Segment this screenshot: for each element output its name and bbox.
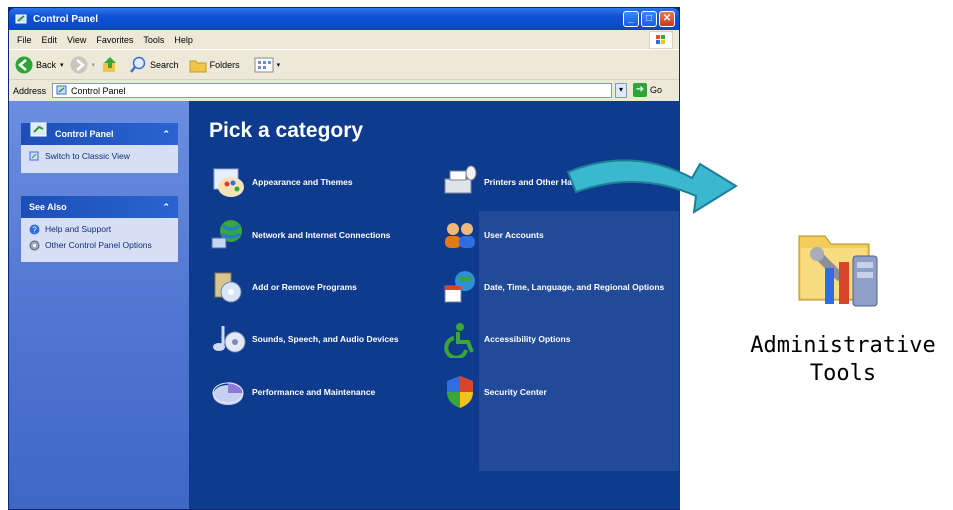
appearance-themes-icon bbox=[213, 168, 244, 197]
windows-logo-icon bbox=[649, 31, 673, 49]
svg-text:?: ? bbox=[32, 226, 37, 235]
date-time-globe-icon bbox=[444, 271, 475, 303]
control-panel-large-icon bbox=[30, 122, 47, 137]
category-performance-maintenance[interactable]: Performance and Maintenance bbox=[209, 373, 375, 411]
menu-edit[interactable]: Edit bbox=[42, 35, 58, 45]
views-icon bbox=[254, 57, 274, 73]
sounds-music-icon bbox=[213, 326, 246, 353]
search-label: Search bbox=[150, 60, 179, 70]
folders-button[interactable]: Folders bbox=[189, 57, 240, 73]
category-accessibility[interactable]: Accessibility Options bbox=[441, 320, 570, 358]
see-also-body: ? Help and Support Other Control Panel O… bbox=[21, 218, 178, 262]
address-label: Address bbox=[13, 86, 47, 96]
category-security-center[interactable]: Security Center bbox=[441, 373, 547, 411]
back-label: Back bbox=[36, 60, 57, 70]
menu-file[interactable]: File bbox=[17, 35, 32, 45]
menu-tools[interactable]: Tools bbox=[143, 35, 164, 45]
search-icon bbox=[130, 56, 146, 73]
control-panel-task-box: Control Panel ⌃ Switch to Classic View bbox=[21, 122, 178, 173]
control-panel-task-body: Switch to Classic View bbox=[21, 145, 178, 173]
category-add-remove-programs[interactable]: Add or Remove Programs bbox=[209, 268, 357, 306]
toolbar: Back ▾ ▾ Search Folders ▾ bbox=[9, 49, 679, 80]
window-title: Control Panel bbox=[33, 13, 99, 25]
go-label: Go bbox=[650, 85, 663, 95]
category-security-center-label: Security Center bbox=[484, 387, 547, 397]
collapse-icon[interactable]: ⌃ bbox=[162, 129, 170, 140]
category-sounds-speech-audio[interactable]: Sounds, Speech, and Audio Devices bbox=[209, 320, 399, 358]
back-button[interactable]: Back ▾ bbox=[15, 56, 64, 74]
switch-classic-view-label: Switch to Classic View bbox=[45, 151, 130, 161]
security-shield-icon bbox=[447, 376, 473, 408]
category-accessibility-label: Accessibility Options bbox=[484, 334, 571, 344]
forward-button[interactable]: ▾ bbox=[70, 56, 96, 74]
other-options-link[interactable]: Other Control Panel Options bbox=[29, 240, 170, 251]
collapse-icon[interactable]: ⌃ bbox=[162, 202, 170, 213]
help-and-support-label: Help and Support bbox=[45, 224, 112, 234]
category-network-internet-label: Network and Internet Connections bbox=[252, 230, 391, 240]
gear-icon bbox=[29, 240, 40, 251]
minimize-button[interactable]: _ bbox=[623, 11, 639, 27]
classic-view-icon bbox=[29, 151, 39, 161]
add-remove-programs-icon bbox=[214, 272, 242, 303]
category-user-accounts[interactable]: User Accounts bbox=[441, 216, 544, 254]
see-also-header[interactable]: See Also ⌃ bbox=[21, 196, 178, 218]
menu-favorites[interactable]: Favorites bbox=[96, 35, 133, 45]
other-options-label: Other Control Panel Options bbox=[45, 240, 152, 250]
category-appearance-themes[interactable]: Appearance and Themes bbox=[209, 163, 353, 201]
category-performance-maintenance-label: Performance and Maintenance bbox=[252, 387, 376, 397]
up-folder-button[interactable] bbox=[101, 56, 119, 74]
category-date-time-language[interactable]: Date, Time, Language, and Regional Optio… bbox=[441, 268, 671, 306]
control-panel-small-icon bbox=[56, 85, 67, 95]
category-appearance-themes-label: Appearance and Themes bbox=[252, 177, 353, 187]
user-accounts-icon bbox=[445, 223, 475, 248]
search-button[interactable]: Search bbox=[129, 56, 179, 74]
forward-arrow-icon bbox=[70, 56, 88, 74]
views-dropdown-icon: ▾ bbox=[276, 62, 281, 69]
address-input[interactable]: Control Panel bbox=[52, 83, 612, 98]
control-panel-title: Control Panel bbox=[55, 129, 114, 139]
network-globe-icon bbox=[211, 220, 242, 249]
title-bar[interactable]: Control Panel _ □ ✕ bbox=[9, 8, 679, 30]
up-folder-icon bbox=[103, 57, 117, 72]
maximize-button[interactable]: □ bbox=[641, 11, 657, 27]
printer-icon bbox=[444, 165, 477, 194]
back-dropdown-icon[interactable]: ▾ bbox=[60, 61, 64, 69]
administrative-tools-label-line2: Tools bbox=[809, 361, 877, 386]
address-bar: Address Control Panel ▾ ➜ Go bbox=[9, 79, 679, 102]
see-also-title: See Also bbox=[29, 202, 67, 212]
switch-classic-view-link[interactable]: Switch to Classic View bbox=[29, 151, 170, 162]
accessibility-icon bbox=[444, 323, 474, 358]
category-add-remove-programs-label: Add or Remove Programs bbox=[252, 282, 357, 292]
administrative-tools-icon bbox=[798, 235, 878, 307]
category-user-accounts-label: User Accounts bbox=[484, 230, 544, 240]
administrative-tools-label-line1: Administrative bbox=[750, 333, 936, 358]
go-button[interactable]: ➜ Go bbox=[633, 83, 662, 97]
control-panel-header[interactable]: Control Panel ⌃ bbox=[21, 122, 178, 145]
menu-bar: File Edit View Favorites Tools Help bbox=[9, 30, 679, 49]
see-also-task-box: See Also ⌃ ? Help and Support Other Cont… bbox=[21, 196, 178, 262]
control-panel-window: Control Panel _ □ ✕ File Edit View Favor… bbox=[8, 7, 680, 510]
views-button[interactable]: ▾ bbox=[254, 57, 281, 73]
control-panel-icon bbox=[15, 14, 27, 24]
page-title: Pick a category bbox=[209, 119, 364, 142]
menu-view[interactable]: View bbox=[67, 35, 86, 45]
category-network-internet[interactable]: Network and Internet Connections bbox=[209, 216, 390, 254]
folders-label: Folders bbox=[209, 60, 240, 70]
performance-pie-icon bbox=[212, 381, 244, 405]
category-date-time-language-label: Date, Time, Language, and Regional Optio… bbox=[484, 282, 665, 292]
help-icon: ? bbox=[29, 224, 40, 235]
task-pane: Control Panel ⌃ Switch to Classic View S… bbox=[9, 101, 189, 509]
folders-icon bbox=[189, 60, 207, 73]
category-sounds-speech-audio-label: Sounds, Speech, and Audio Devices bbox=[252, 334, 399, 344]
close-button[interactable]: ✕ bbox=[659, 11, 675, 27]
address-dropdown-icon[interactable]: ▾ bbox=[615, 83, 627, 98]
administrative-tools-shortcut[interactable]: Administrative Tools bbox=[733, 222, 953, 388]
go-arrow-icon: ➜ bbox=[633, 83, 647, 97]
address-value: Control Panel bbox=[71, 85, 126, 96]
help-and-support-link[interactable]: ? Help and Support bbox=[29, 224, 170, 235]
back-arrow-icon bbox=[15, 56, 33, 74]
forward-dropdown-icon[interactable]: ▾ bbox=[92, 61, 96, 69]
callout-arrow-icon bbox=[566, 159, 738, 214]
menu-help[interactable]: Help bbox=[174, 35, 193, 45]
